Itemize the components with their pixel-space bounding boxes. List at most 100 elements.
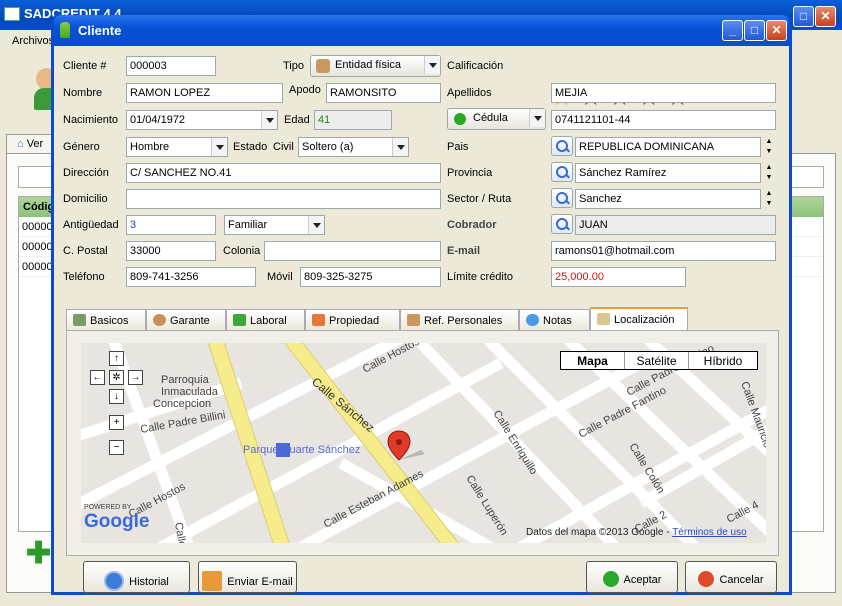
clock-icon bbox=[104, 571, 125, 591]
tab-propiedad[interactable]: Propiedad bbox=[305, 309, 400, 331]
google-logo: Google bbox=[84, 511, 150, 532]
tab-basicos[interactable]: Basicos bbox=[66, 309, 146, 331]
svg-text:Parroquia: Parroquia bbox=[161, 374, 210, 386]
antiguedad-field[interactable]: 3 bbox=[126, 215, 216, 235]
pan-left-icon[interactable]: ← bbox=[90, 370, 105, 385]
tab-localizacion[interactable]: Localización bbox=[590, 307, 688, 332]
tab-garante[interactable]: Garante bbox=[146, 309, 226, 331]
zoom-in-icon[interactable]: + bbox=[109, 415, 124, 430]
cliente-number-field[interactable]: 000003 bbox=[126, 56, 216, 76]
cancel-icon bbox=[698, 571, 715, 587]
map-graphic: Calle Sánchez Calle Hostos Calle Hostos … bbox=[81, 343, 766, 543]
sector-field[interactable]: Sanchez bbox=[575, 189, 761, 209]
work-icon bbox=[233, 314, 246, 326]
provincia-spinner[interactable]: ▲ ▼ bbox=[762, 163, 776, 183]
dialog-title: Cliente bbox=[78, 23, 122, 38]
nacimiento-date-picker[interactable]: 01/04/1972 bbox=[126, 110, 278, 130]
colonia-field[interactable] bbox=[264, 241, 441, 261]
limite-credito-field[interactable]: 25,000.00 bbox=[551, 267, 686, 287]
direccion-field[interactable]: C/ SANCHEZ NO.41 bbox=[126, 163, 441, 183]
provincia-field[interactable]: Sánchez Ramírez bbox=[575, 163, 761, 183]
pais-spinner[interactable]: ▲ ▼ bbox=[762, 137, 776, 157]
antiguedad-label: Antigüedad bbox=[63, 219, 119, 231]
genero-label: Género bbox=[63, 141, 100, 153]
menu-archivos[interactable]: Archivos bbox=[12, 35, 54, 47]
movil-field[interactable]: 809-325-3275 bbox=[300, 267, 441, 287]
map-view[interactable]: Calle Sánchez Calle Hostos Calle Hostos … bbox=[81, 343, 766, 543]
svg-text:Inmaculada: Inmaculada bbox=[161, 386, 219, 398]
check-icon bbox=[602, 571, 619, 587]
sector-label: Sector / Ruta bbox=[447, 193, 512, 205]
app-close-button[interactable]: ✕ bbox=[815, 6, 836, 27]
pais-search-icon[interactable] bbox=[551, 136, 573, 156]
sector-spinner[interactable]: ▲ ▼ bbox=[762, 189, 776, 209]
app-maximize-button[interactable]: □ bbox=[793, 6, 814, 27]
provincia-label: Provincia bbox=[447, 167, 493, 179]
map-type-hibrido[interactable]: Híbrido bbox=[689, 352, 757, 369]
maximize-button[interactable]: □ bbox=[744, 20, 765, 41]
pan-up-icon[interactable]: ↑ bbox=[109, 351, 124, 366]
apellidos-label: Apellidos bbox=[447, 87, 492, 99]
localizacion-panel: Calle Sánchez Calle Hostos Calle Hostos … bbox=[66, 330, 779, 556]
house-icon bbox=[312, 314, 325, 326]
people-icon bbox=[407, 314, 420, 326]
client-icon bbox=[60, 22, 70, 38]
cobrador-search-icon[interactable] bbox=[551, 214, 573, 234]
email-field[interactable]: ramons01@hotmail.com bbox=[551, 241, 776, 261]
pan-right-icon[interactable]: → bbox=[128, 370, 143, 385]
movil-label: Móvil bbox=[267, 271, 293, 283]
postal-label: C. Postal bbox=[63, 245, 108, 257]
genero-select[interactable]: Hombre bbox=[126, 137, 228, 157]
map-type-satelite[interactable]: Satélite bbox=[625, 352, 689, 369]
cliente-label: Cliente # bbox=[63, 60, 107, 72]
aceptar-button[interactable]: Aceptar bbox=[586, 561, 678, 593]
close-button[interactable]: ✕ bbox=[766, 20, 787, 41]
map-type-selector: Mapa Satélite Híbrido bbox=[560, 351, 758, 370]
domicilio-label: Domicilio bbox=[63, 193, 108, 205]
cedula-field[interactable]: 0741121101-44 bbox=[551, 110, 776, 130]
calificacion-label: Calificación bbox=[447, 60, 504, 72]
cancelar-button[interactable]: Cancelar bbox=[685, 561, 777, 593]
estado-civil-select[interactable]: Soltero (a) bbox=[298, 137, 409, 157]
tipo-select[interactable]: Entidad física bbox=[310, 55, 441, 77]
domicilio-field[interactable] bbox=[126, 189, 441, 209]
people-icon bbox=[316, 59, 330, 73]
telefono-field[interactable]: 809-741-3256 bbox=[126, 267, 256, 287]
person-icon bbox=[153, 314, 166, 326]
minimize-button[interactable]: _ bbox=[722, 20, 743, 41]
apodo-label: Apodo bbox=[289, 84, 321, 96]
tab-ref-personales[interactable]: Ref. Personales bbox=[400, 309, 519, 331]
speech-bubble-icon bbox=[526, 314, 539, 326]
pan-center-icon[interactable]: ✲ bbox=[109, 370, 124, 385]
pan-down-icon[interactable]: ↓ bbox=[109, 389, 124, 404]
postal-field[interactable]: 33000 bbox=[126, 241, 216, 261]
provincia-search-icon[interactable] bbox=[551, 162, 573, 182]
terminos-link[interactable]: Términos de uso bbox=[672, 527, 746, 538]
map-icon bbox=[597, 313, 610, 325]
enviar-email-button[interactable]: Enviar E-mail bbox=[198, 561, 297, 593]
id-type-select[interactable]: Cédula bbox=[447, 108, 546, 130]
powered-by-label: POWERED BY bbox=[84, 504, 132, 511]
tab-laboral[interactable]: Laboral bbox=[226, 309, 305, 331]
colonia-label: Colonia bbox=[223, 245, 261, 257]
sector-search-icon[interactable] bbox=[551, 188, 573, 208]
estado-label: Estado bbox=[233, 141, 268, 153]
zoom-out-icon[interactable]: − bbox=[109, 440, 124, 455]
apellidos-field[interactable]: MEJIA bbox=[551, 83, 776, 103]
antiguedad-unit-select[interactable]: Familiar bbox=[224, 215, 325, 235]
add-icon[interactable]: ✚ bbox=[26, 539, 51, 569]
civil-label: Civil bbox=[273, 141, 294, 153]
cliente-dialog: Cliente _ □ ✕ Cliente # 000003 Tipo Enti… bbox=[51, 15, 792, 595]
nombre-field[interactable]: RAMON LOPEZ bbox=[126, 83, 283, 103]
map-type-mapa[interactable]: Mapa bbox=[561, 352, 625, 369]
nombre-label: Nombre bbox=[63, 87, 103, 99]
historial-button[interactable]: Historial bbox=[83, 561, 190, 593]
cobrador-field: JUAN bbox=[575, 215, 776, 235]
nacimiento-label: Nacimiento bbox=[63, 114, 119, 126]
app-icon bbox=[4, 7, 20, 21]
apodo-field[interactable]: RAMONSITO bbox=[326, 83, 441, 103]
map-copyright: Datos del mapa ©2013 Google - Términos d… bbox=[526, 527, 747, 538]
tab-notas[interactable]: Notas bbox=[519, 309, 590, 331]
pais-field[interactable]: REPUBLICA DOMINICANA bbox=[575, 137, 761, 157]
dialog-titlebar: Cliente _ □ ✕ bbox=[54, 15, 789, 46]
